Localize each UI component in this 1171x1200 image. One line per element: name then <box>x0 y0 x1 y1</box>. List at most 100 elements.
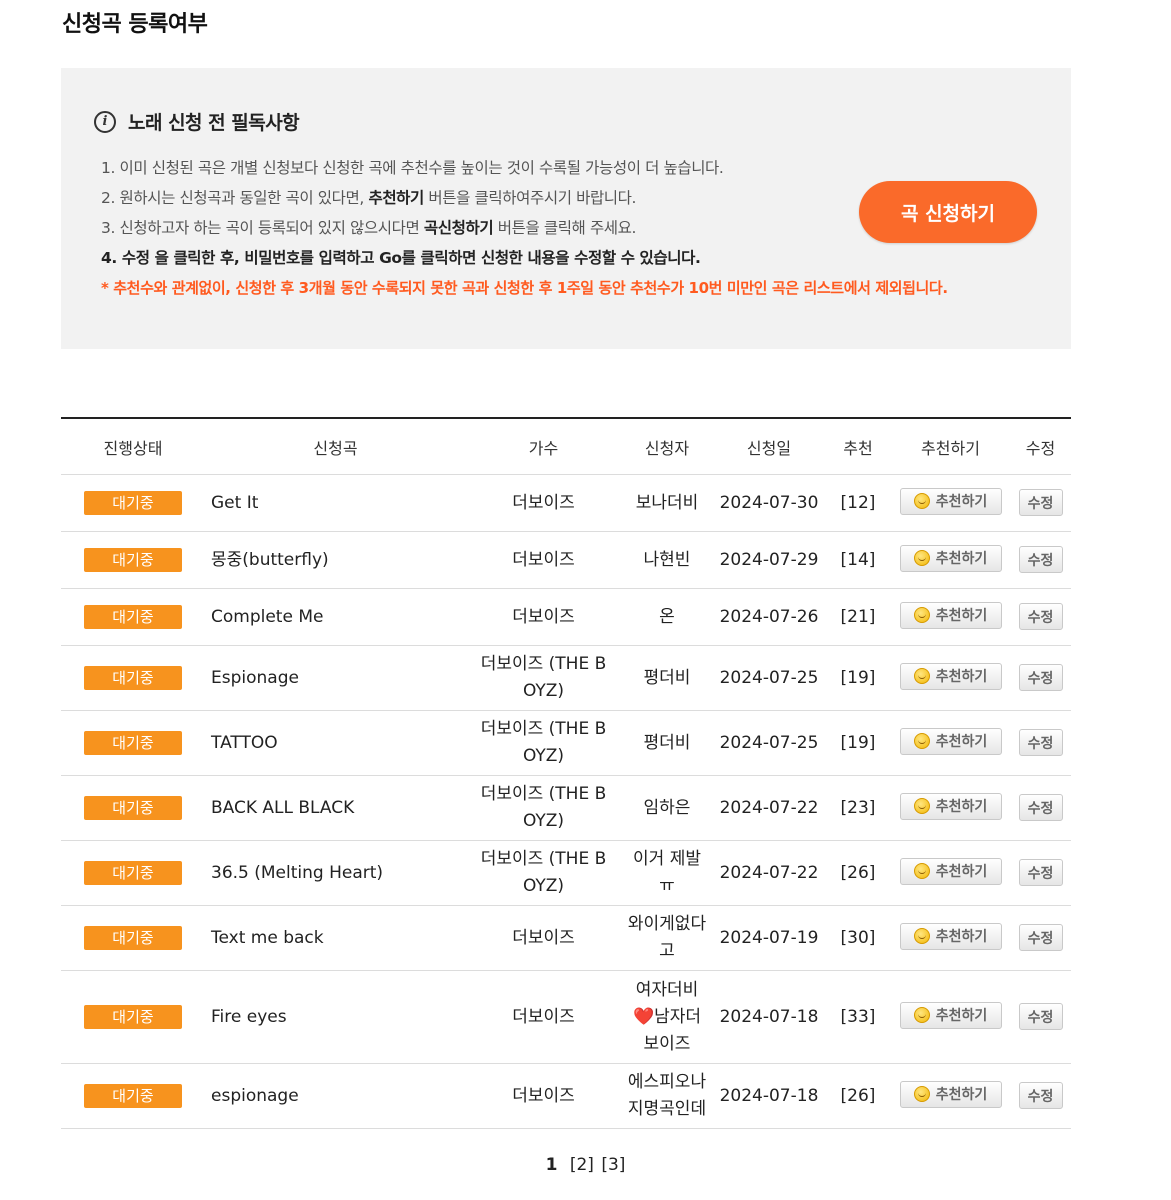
recommend-label: 추천하기 <box>935 494 988 511</box>
table-row: 대기중 몽중(butterfly) 더보이즈 나현빈 2024-07-29 [1… <box>61 531 1071 589</box>
recommend-cell: 추천하기 <box>891 970 1010 1064</box>
vote-count: [30] <box>825 905 891 971</box>
recommend-button[interactable]: 추천하기 <box>899 662 1002 690</box>
edit-cell: 수정 <box>1010 775 1071 841</box>
recommend-button[interactable]: 추천하기 <box>899 544 1002 572</box>
edit-button[interactable]: 수정 <box>1018 859 1063 887</box>
status-badge: 대기중 <box>84 1083 182 1108</box>
vote-count: [14] <box>825 531 891 589</box>
page-link-2[interactable]: [2] <box>570 1155 594 1175</box>
status-badge: 대기중 <box>84 1004 182 1029</box>
requester-name: 와이게없다 고 <box>621 905 713 971</box>
edit-cell: 수정 <box>1010 840 1071 906</box>
requester-name: 임하은 <box>621 775 713 841</box>
header-status: 진행상태 <box>61 418 205 475</box>
edit-cell: 수정 <box>1010 710 1071 776</box>
artist-text: 더보이즈 <box>512 1085 575 1106</box>
notice-list: 1. 이미 신청된 곡은 개별 신청보다 신청한 곡에 추천수를 높이는 것이 … <box>101 153 948 303</box>
requester-text: 보나더비 <box>635 492 699 513</box>
status-cell: 대기중 <box>61 970 205 1064</box>
recommend-cell: 추천하기 <box>891 775 1010 841</box>
table-row: 대기중 Fire eyes 더보이즈 여자더비❤️남자더 보이즈 2024-07… <box>61 970 1071 1064</box>
artist-name: 더보이즈 (THE B OYZ) <box>466 645 621 711</box>
recommend-label: 추천하기 <box>935 734 988 751</box>
edit-cell: 수정 <box>1010 531 1071 589</box>
requester-name: 여자더비❤️남자더 보이즈 <box>621 970 713 1064</box>
smile-icon <box>913 798 930 815</box>
recommend-button[interactable]: 추천하기 <box>899 727 1002 755</box>
edit-cell: 수정 <box>1010 588 1071 646</box>
recommend-cell: 추천하기 <box>891 905 1010 971</box>
table-row: 대기중 36.5 (Melting Heart) 더보이즈 (THE B OYZ… <box>61 840 1071 906</box>
request-date: 2024-07-29 <box>713 531 825 589</box>
edit-button[interactable]: 수정 <box>1018 603 1063 631</box>
vote-count: [26] <box>825 840 891 906</box>
edit-cell: 수정 <box>1010 645 1071 711</box>
artist-text: 더보이즈 <box>512 492 575 513</box>
requester-name: 에스피오나 지명곡인데 <box>621 1063 713 1129</box>
recommend-cell: 추천하기 <box>891 588 1010 646</box>
table-row: 대기중 Get It 더보이즈 보나더비 2024-07-30 [12] 추천하… <box>61 474 1071 532</box>
artist-name: 더보이즈 <box>466 905 621 971</box>
artist-name: 더보이즈 <box>466 1063 621 1129</box>
notice-line-2: 2. 원하시는 신청곡과 동일한 곡이 있다면, 추천하기 버튼을 클릭하여주시… <box>101 183 948 213</box>
status-cell: 대기중 <box>61 1063 205 1129</box>
requester-text: 평더비 <box>643 732 691 753</box>
artist-name: 더보이즈 <box>466 531 621 589</box>
table-row: 대기중 Complete Me 더보이즈 온 2024-07-26 [21] 추… <box>61 588 1071 646</box>
recommend-button[interactable]: 추천하기 <box>899 1001 1002 1029</box>
apply-song-button[interactable]: 곡 신청하기 <box>859 181 1037 243</box>
smile-icon <box>913 668 930 685</box>
status-cell: 대기중 <box>61 645 205 711</box>
edit-button[interactable]: 수정 <box>1018 729 1063 757</box>
edit-button[interactable]: 수정 <box>1018 489 1063 517</box>
page-link-3[interactable]: [3] <box>601 1155 625 1175</box>
recommend-button[interactable]: 추천하기 <box>899 1080 1002 1108</box>
status-badge: 대기중 <box>84 547 182 572</box>
status-badge: 대기중 <box>84 860 182 885</box>
header-date: 신청일 <box>713 418 825 475</box>
song-title: Complete Me <box>205 588 466 646</box>
artist-name: 더보이즈 (THE B OYZ) <box>466 840 621 906</box>
requester-text: 에스피오나 지명곡인데 <box>627 1072 707 1119</box>
edit-button[interactable]: 수정 <box>1018 546 1063 574</box>
edit-button[interactable]: 수정 <box>1018 664 1063 692</box>
requester-text: 이거 제발 ㅠ <box>633 849 701 896</box>
recommend-label: 추천하기 <box>935 551 988 568</box>
request-date: 2024-07-22 <box>713 840 825 906</box>
requester-name: 보나더비 <box>621 474 713 532</box>
edit-button[interactable]: 수정 <box>1018 1082 1063 1110</box>
header-artist: 가수 <box>466 418 621 475</box>
recommend-button[interactable]: 추천하기 <box>899 792 1002 820</box>
edit-button[interactable]: 수정 <box>1018 1003 1063 1031</box>
status-badge: 대기중 <box>84 730 182 755</box>
requester-text: 나현빈 <box>643 549 691 570</box>
smile-icon <box>913 928 930 945</box>
artist-name: 더보이즈 <box>466 588 621 646</box>
recommend-label: 추천하기 <box>935 799 988 816</box>
page-title: 신청곡 등록여부 <box>62 12 208 37</box>
notice-line-2-keyword: 추천하기 <box>368 189 424 207</box>
edit-button[interactable]: 수정 <box>1018 794 1063 822</box>
heart-icon: ❤️ <box>632 1006 655 1027</box>
recommend-button[interactable]: 추천하기 <box>899 487 1002 515</box>
notice-box: i 노래 신청 전 필독사항 1. 이미 신청된 곡은 개별 신청보다 신청한 … <box>61 68 1071 349</box>
recommend-button[interactable]: 추천하기 <box>899 857 1002 885</box>
artist-name: 더보이즈 <box>466 474 621 532</box>
smile-icon <box>913 607 930 624</box>
recommend-button[interactable]: 추천하기 <box>899 601 1002 629</box>
header-edit: 수정 <box>1010 418 1071 475</box>
recommend-button[interactable]: 추천하기 <box>899 922 1002 950</box>
pagination: 1 [2] [3] <box>0 1155 1171 1175</box>
requester-name: 온 <box>621 588 713 646</box>
song-title: TATTOO <box>205 710 466 776</box>
edit-button[interactable]: 수정 <box>1018 924 1063 952</box>
edit-cell: 수정 <box>1010 905 1071 971</box>
recommend-cell: 추천하기 <box>891 531 1010 589</box>
recommend-cell: 추천하기 <box>891 840 1010 906</box>
artist-text: 더보이즈 (THE B OYZ) <box>480 654 607 701</box>
song-title: Espionage <box>205 645 466 711</box>
artist-name: 더보이즈 (THE B OYZ) <box>466 710 621 776</box>
artist-text: 더보이즈 <box>512 927 575 948</box>
header-votes: 추천 <box>825 418 891 475</box>
